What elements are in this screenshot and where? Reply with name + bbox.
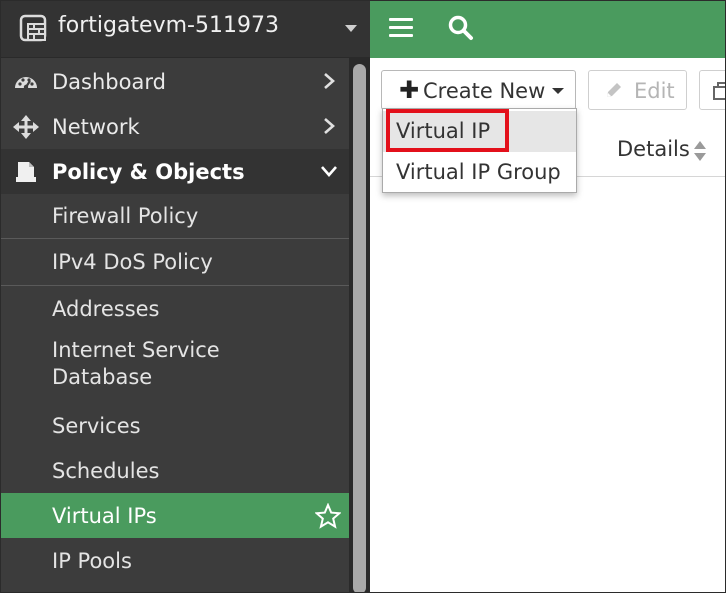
sidebar-item-label: IPv4 DoS Policy — [52, 250, 213, 274]
sidebar-item-label: Schedules — [52, 458, 160, 483]
policy-document-icon — [16, 162, 36, 182]
star-icon[interactable] — [315, 503, 341, 529]
sidebar-item-virtual-ips[interactable]: Virtual IPs — [1, 493, 349, 538]
column-header-details[interactable]: Details — [617, 137, 690, 161]
sidebar-item-label: Firewall Policy — [52, 204, 199, 228]
menu-item-label: Virtual IP Group — [396, 160, 561, 184]
sidebar-item-label: IP Pools — [52, 548, 132, 573]
fortigate-device-icon — [19, 14, 47, 42]
clone-button[interactable] — [699, 70, 725, 110]
device-name: fortigatevm-511973 — [58, 13, 279, 38]
sidebar-item-label: Dashboard — [52, 69, 166, 94]
sidebar: fortigatevm-511973 Dashboard Network Pol… — [1, 1, 370, 592]
search-icon[interactable] — [447, 14, 475, 42]
sidebar-item-label: Services — [52, 413, 141, 438]
nav-menu: Dashboard Network Policy & Objects Firew… — [1, 59, 349, 583]
menu-item-virtual-ip-group[interactable]: Virtual IP Group — [383, 152, 576, 193]
app-window: fortigatevm-511973 Dashboard Network Pol… — [0, 0, 726, 593]
sort-icon[interactable] — [693, 140, 707, 162]
sidebar-item-services[interactable]: Services — [1, 403, 349, 448]
sidebar-item-ipv4-dos-policy[interactable]: IPv4 DoS Policy — [1, 239, 349, 286]
sidebar-item-label: Network — [52, 114, 140, 139]
pencil-icon — [607, 83, 621, 97]
sidebar-item-policy-objects[interactable]: Policy & Objects — [1, 149, 349, 194]
sidebar-item-firewall-policy[interactable]: Firewall Policy — [1, 194, 349, 239]
top-bar — [370, 1, 725, 58]
sidebar-item-addresses[interactable]: Addresses — [1, 286, 349, 331]
sidebar-item-schedules[interactable]: Schedules — [1, 448, 349, 493]
hamburger-icon[interactable] — [389, 18, 413, 38]
chevron-down-icon — [321, 166, 337, 177]
chevron-right-icon — [324, 118, 335, 134]
dashboard-icon — [15, 77, 37, 90]
sidebar-scrollbar-thumb[interactable] — [353, 64, 366, 592]
plus-icon: ✚ — [399, 76, 420, 104]
caret-down-icon — [345, 25, 357, 32]
clone-icon — [713, 82, 725, 100]
sidebar-item-label: Internet Service Database — [52, 338, 220, 389]
highlight-annotation — [386, 109, 509, 152]
caret-down-icon — [552, 88, 564, 94]
edit-label: Edit — [634, 79, 675, 103]
create-new-button[interactable]: ✚ Create New — [381, 70, 576, 110]
sidebar-item-dashboard[interactable]: Dashboard — [1, 59, 349, 104]
sidebar-item-network[interactable]: Network — [1, 104, 349, 149]
sidebar-item-label: Addresses — [52, 296, 160, 321]
device-selector[interactable]: fortigatevm-511973 — [1, 1, 370, 58]
sidebar-item-label: Virtual IPs — [52, 503, 157, 528]
edit-button[interactable]: Edit — [588, 70, 687, 110]
sidebar-item-ip-pools[interactable]: IP Pools — [1, 538, 349, 583]
chevron-right-icon — [324, 73, 335, 89]
move-arrows-icon — [13, 115, 39, 139]
sidebar-item-label: Policy & Objects — [52, 159, 245, 184]
sidebar-item-internet-service-database[interactable]: Internet Service Database — [1, 331, 349, 403]
create-new-label: Create New — [423, 79, 546, 103]
